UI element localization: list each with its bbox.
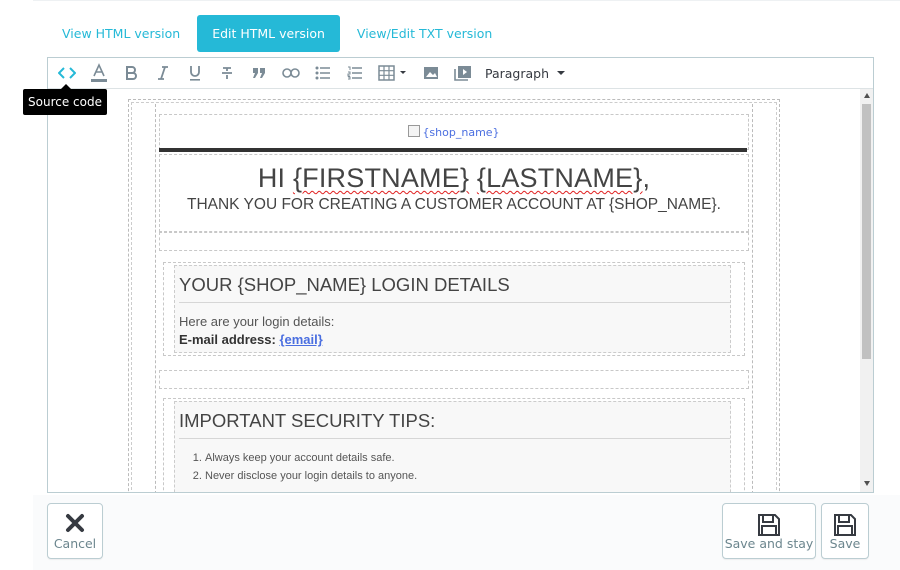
save-label: Save <box>829 536 861 551</box>
greeting-heading: HI {FIRSTNAME} {LASTNAME}, <box>160 163 748 194</box>
email-label: E-mail address: <box>179 332 276 347</box>
security-tips-title: IMPORTANT SECURITY TIPS: <box>179 410 730 439</box>
link-icon[interactable] <box>278 60 304 86</box>
security-tips-inner: IMPORTANT SECURITY TIPS: Always keep you… <box>174 401 731 492</box>
editor-toolbar: Paragraph <box>48 58 873 89</box>
italic-icon[interactable] <box>150 60 176 86</box>
save-button[interactable]: Save <box>821 503 869 559</box>
email-template: {shop_name} HI {FIRSTNAME} {LASTNAME}, T… <box>128 99 780 492</box>
editor-content[interactable]: {shop_name} HI {FIRSTNAME} {LASTNAME}, T… <box>48 89 873 492</box>
text-color-icon[interactable] <box>86 60 112 86</box>
lastname-placeholder: {LASTNAME} <box>476 163 643 193</box>
table-icon[interactable] <box>374 60 412 86</box>
security-tips-list: Always keep your account details safe. N… <box>205 449 730 485</box>
source-code-icon[interactable] <box>54 60 80 86</box>
security-tips-box: IMPORTANT SECURITY TIPS: Always keep you… <box>163 398 745 492</box>
email-line: E-mail address: {email} <box>179 331 730 349</box>
cancel-label: Cancel <box>53 536 97 551</box>
chevron-down-icon <box>557 71 566 75</box>
tip-item: Never disclose your login details to any… <box>205 467 730 485</box>
numbered-list-icon[interactable] <box>342 60 368 86</box>
underline-icon[interactable] <box>182 60 208 86</box>
shop-logo-alt: {shop_name} <box>422 126 500 139</box>
image-icon[interactable] <box>418 60 444 86</box>
greeting-prefix: HI <box>257 163 293 193</box>
greeting-suffix: , <box>642 163 651 193</box>
save-and-stay-button[interactable]: Save and stay <box>722 503 816 559</box>
column-guide-left <box>155 104 156 492</box>
login-intro: Here are your login details: <box>179 314 335 329</box>
spacer-row-2 <box>159 370 749 389</box>
source-code-tooltip: Source code <box>23 84 107 115</box>
media-icon[interactable] <box>450 60 476 86</box>
paragraph-format-select[interactable]: Paragraph <box>479 60 571 86</box>
scroll-thumb[interactable] <box>862 104 871 359</box>
top-divider <box>33 0 900 1</box>
save-and-stay-label: Save and stay <box>724 536 814 551</box>
login-details-inner: YOUR {SHOP_NAME} LOGIN DETAILS Here are … <box>174 265 731 353</box>
login-details-box: YOUR {SHOP_NAME} LOGIN DETAILS Here are … <box>163 262 745 356</box>
shop-logo-link[interactable]: {shop_name} <box>408 125 500 139</box>
login-details-title: YOUR {SHOP_NAME} LOGIN DETAILS <box>179 274 730 303</box>
logo-row: {shop_name} <box>159 114 749 150</box>
greeting-row: HI {FIRSTNAME} {LASTNAME}, THANK YOU FOR… <box>159 154 749 232</box>
tab-view-html[interactable]: View HTML version <box>47 15 195 52</box>
close-icon <box>66 514 84 532</box>
header-divider <box>159 148 747 152</box>
scroll-up-arrow-icon[interactable] <box>864 93 870 98</box>
cancel-button[interactable]: Cancel <box>47 503 103 559</box>
column-guide-right <box>752 104 753 492</box>
scroll-down-arrow-icon[interactable] <box>864 481 870 486</box>
bullet-list-icon[interactable] <box>310 60 336 86</box>
thanks-text: THANK YOU FOR CREATING A CUSTOMER ACCOUN… <box>186 196 721 213</box>
login-details-text: Here are your login details: E-mail addr… <box>179 313 730 349</box>
editor-scrollbar[interactable] <box>860 89 873 492</box>
bold-icon[interactable] <box>118 60 144 86</box>
spacer-row <box>159 232 749 251</box>
strikethrough-icon[interactable] <box>214 60 240 86</box>
html-editor: Paragraph {shop_name} HI {FIRSTNAME} {LA… <box>47 57 874 493</box>
tab-edit-html[interactable]: Edit HTML version <box>197 15 340 52</box>
broken-image-icon <box>408 125 421 137</box>
save-icon <box>834 514 856 536</box>
format-select-label: Paragraph <box>485 65 550 81</box>
email-link[interactable]: {email} <box>279 332 322 347</box>
blockquote-icon[interactable] <box>246 60 272 86</box>
tip-item: Always keep your account details safe. <box>205 449 730 467</box>
version-tabs: View HTML version Edit HTML version View… <box>47 15 509 52</box>
save-icon <box>758 514 780 536</box>
tab-edit-txt[interactable]: View/Edit TXT version <box>342 15 507 52</box>
firstname-placeholder: {FIRSTNAME} <box>292 163 470 193</box>
